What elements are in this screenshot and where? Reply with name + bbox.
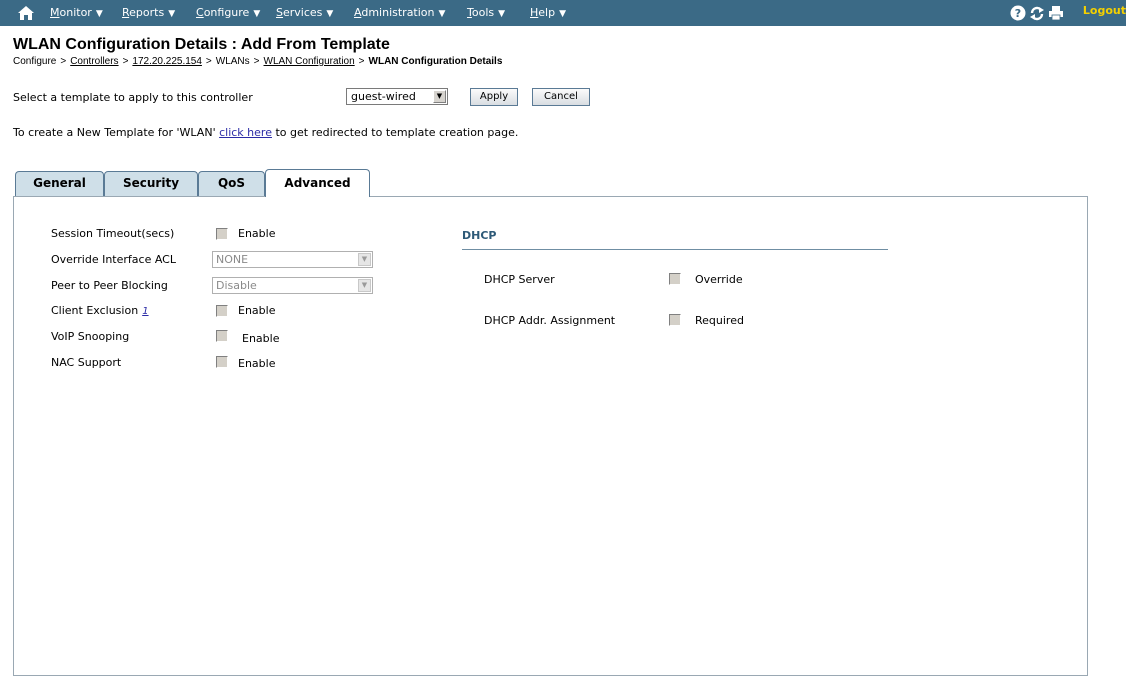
svg-text:?: ?	[1015, 7, 1021, 20]
client-exclusion-option: Enable	[238, 304, 276, 317]
dhcp-divider	[462, 249, 888, 250]
dhcp-server-label: DHCP Server	[484, 273, 555, 286]
dhcp-heading: DHCP	[462, 229, 497, 242]
print-icon[interactable]	[1048, 5, 1064, 21]
page-title: WLAN Configuration Details : Add From Te…	[13, 36, 390, 53]
menu-tools[interactable]: Tools ▼	[467, 0, 505, 26]
chevron-down-icon: ▼	[498, 9, 506, 19]
tab-security[interactable]: Security	[104, 171, 198, 196]
breadcrumb-configure: Configure	[13, 56, 57, 67]
top-right-tools: ? Logout	[1010, 2, 1126, 24]
nac-support-option: Enable	[238, 357, 276, 370]
dhcp-addr-assignment-checkbox[interactable]	[669, 314, 681, 326]
menu-monitor[interactable]: Monitor ▼	[50, 0, 103, 26]
tab-advanced[interactable]: Advanced	[265, 169, 370, 197]
click-here-link[interactable]: click here	[219, 126, 272, 139]
nac-support-label: NAC Support	[51, 356, 122, 369]
dhcp-addr-assignment-option: Required	[695, 314, 744, 327]
advanced-panel	[13, 196, 1088, 676]
nac-support-checkbox[interactable]	[216, 356, 228, 368]
menu-reports[interactable]: Reports ▼	[122, 0, 175, 26]
template-select-label: Select a template to apply to this contr…	[13, 91, 253, 104]
breadcrumb-controllers[interactable]: Controllers	[70, 56, 118, 67]
tab-general[interactable]: General	[15, 171, 104, 196]
template-select-value: guest-wired	[351, 90, 416, 103]
dhcp-addr-assignment-label: DHCP Addr. Assignment	[484, 314, 616, 327]
chevron-down-icon: ▼	[326, 9, 334, 19]
override-acl-select[interactable]: NONE ▼	[212, 251, 373, 268]
client-exclusion-info-link[interactable]: 1	[142, 306, 148, 317]
chevron-down-icon: ▼	[358, 253, 371, 266]
chevron-down-icon: ▼	[559, 9, 567, 19]
refresh-icon[interactable]	[1029, 5, 1045, 21]
menu-help[interactable]: Help ▼	[530, 0, 566, 26]
home-icon[interactable]	[18, 6, 34, 20]
voip-snooping-checkbox[interactable]	[216, 330, 228, 342]
cancel-button[interactable]: Cancel	[532, 88, 590, 106]
client-exclusion-checkbox[interactable]	[216, 305, 228, 317]
breadcrumb-wlans: WLANs	[215, 56, 250, 67]
tab-qos[interactable]: QoS	[198, 171, 265, 196]
create-template-message: To create a New Template for 'WLAN' clic…	[13, 126, 519, 139]
chevron-down-icon: ▼	[438, 9, 446, 19]
breadcrumb: Configure > Controllers >172.20.225.154 > WLA…	[13, 56, 503, 67]
override-acl-label: Override Interface ACL	[51, 253, 176, 266]
chevron-down-icon: ▼	[168, 9, 176, 19]
menu-configure[interactable]: Configure ▼	[196, 0, 260, 26]
chevron-down-icon: ▼	[358, 279, 371, 292]
voip-snooping-option: Enable	[242, 332, 280, 345]
dhcp-server-option: Override	[695, 273, 743, 286]
template-select[interactable]: guest-wired ▼	[346, 88, 448, 105]
client-exclusion-label: Client Exclusion 1	[51, 304, 149, 317]
session-timeout-checkbox[interactable]	[216, 228, 228, 240]
logout-link[interactable]: Logout	[1083, 4, 1126, 17]
chevron-down-icon: ▼	[95, 9, 103, 19]
p2p-blocking-select[interactable]: Disable ▼	[212, 277, 373, 294]
help-icon[interactable]: ?	[1010, 5, 1026, 21]
chevron-down-icon: ▼	[253, 9, 261, 19]
top-nav-bar: Monitor ▼ Reports ▼ Configure ▼ Services ▼ A…	[0, 0, 1126, 26]
session-timeout-label: Session Timeout(secs)	[51, 227, 175, 240]
chevron-down-icon: ▼	[433, 90, 446, 103]
breadcrumb-current: WLAN Configuration Details	[368, 56, 503, 67]
p2p-blocking-label: Peer to Peer Blocking	[51, 279, 168, 292]
dhcp-server-checkbox[interactable]	[669, 273, 681, 285]
breadcrumb-wlan-configuration[interactable]: WLAN Configuration	[264, 56, 355, 67]
voip-snooping-label: VoIP Snooping	[51, 330, 130, 343]
breadcrumb-controller-ip[interactable]: 172.20.225.154	[132, 56, 202, 67]
menu-services[interactable]: Services ▼	[276, 0, 333, 26]
menu-administration[interactable]: Administration ▼	[354, 0, 445, 26]
apply-button[interactable]: Apply	[470, 88, 518, 106]
session-timeout-option: Enable	[238, 227, 276, 240]
